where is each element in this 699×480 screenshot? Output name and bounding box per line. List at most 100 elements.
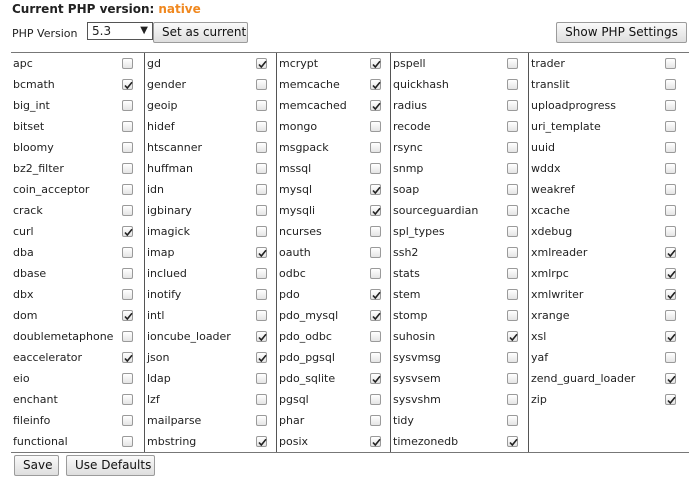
extension-checkbox[interactable] xyxy=(370,142,381,153)
extension-checkbox[interactable] xyxy=(256,352,267,363)
extension-checkbox[interactable] xyxy=(507,58,518,69)
extension-checkbox[interactable] xyxy=(122,289,133,300)
extension-checkbox[interactable] xyxy=(122,58,133,69)
extension-checkbox[interactable] xyxy=(122,121,133,132)
extension-checkbox[interactable] xyxy=(256,100,267,111)
extension-checkbox[interactable] xyxy=(507,226,518,237)
extension-checkbox[interactable] xyxy=(507,352,518,363)
extension-checkbox[interactable] xyxy=(507,100,518,111)
extension-checkbox[interactable] xyxy=(370,58,381,69)
extension-checkbox[interactable] xyxy=(507,394,518,405)
extension-checkbox[interactable] xyxy=(256,331,267,342)
extension-checkbox[interactable] xyxy=(507,247,518,258)
php-version-select[interactable]: 5.3 ▼ xyxy=(87,22,153,40)
extension-checkbox[interactable] xyxy=(507,289,518,300)
extension-checkbox[interactable] xyxy=(665,394,676,405)
extension-checkbox[interactable] xyxy=(122,436,133,447)
extension-checkbox[interactable] xyxy=(256,436,267,447)
extension-checkbox[interactable] xyxy=(256,58,267,69)
extension-checkbox[interactable] xyxy=(122,373,133,384)
extension-checkbox[interactable] xyxy=(256,247,267,258)
extension-checkbox[interactable] xyxy=(665,163,676,174)
extension-checkbox[interactable] xyxy=(122,142,133,153)
extension-checkbox[interactable] xyxy=(256,205,267,216)
extension-checkbox[interactable] xyxy=(370,289,381,300)
extension-checkbox[interactable] xyxy=(370,310,381,321)
extension-checkbox[interactable] xyxy=(665,226,676,237)
extension-checkbox[interactable] xyxy=(370,205,381,216)
extension-checkbox[interactable] xyxy=(665,247,676,258)
extension-checkbox[interactable] xyxy=(122,79,133,90)
show-php-settings-button[interactable]: Show PHP Settings xyxy=(556,22,687,43)
extension-checkbox[interactable] xyxy=(256,184,267,195)
extension-checkbox[interactable] xyxy=(256,415,267,426)
extension-checkbox[interactable] xyxy=(507,268,518,279)
extension-checkbox[interactable] xyxy=(665,268,676,279)
extension-checkbox[interactable] xyxy=(122,226,133,237)
extension-checkbox[interactable] xyxy=(665,142,676,153)
extension-checkbox[interactable] xyxy=(370,121,381,132)
save-button[interactable]: Save xyxy=(14,455,59,476)
extension-checkbox[interactable] xyxy=(122,205,133,216)
extension-checkbox[interactable] xyxy=(507,415,518,426)
extension-checkbox[interactable] xyxy=(665,184,676,195)
extension-checkbox[interactable] xyxy=(665,121,676,132)
extension-checkbox[interactable] xyxy=(370,184,381,195)
extension-checkbox[interactable] xyxy=(507,205,518,216)
extension-checkbox[interactable] xyxy=(370,163,381,174)
extension-checkbox[interactable] xyxy=(122,268,133,279)
set-as-current-button[interactable]: Set as current xyxy=(153,22,248,43)
extension-checkbox[interactable] xyxy=(665,352,676,363)
extension-checkbox[interactable] xyxy=(370,415,381,426)
extension-checkbox[interactable] xyxy=(122,247,133,258)
extension-checkbox[interactable] xyxy=(256,394,267,405)
extension-checkbox[interactable] xyxy=(370,79,381,90)
extension-checkbox[interactable] xyxy=(256,310,267,321)
extension-checkbox[interactable] xyxy=(507,331,518,342)
extension-row-memcached: memcached xyxy=(277,95,390,116)
extension-checkbox[interactable] xyxy=(507,79,518,90)
extension-checkbox[interactable] xyxy=(122,310,133,321)
extension-checkbox[interactable] xyxy=(507,310,518,321)
extension-checkbox[interactable] xyxy=(256,121,267,132)
extension-checkbox[interactable] xyxy=(665,373,676,384)
extension-checkbox[interactable] xyxy=(370,247,381,258)
extension-checkbox[interactable] xyxy=(122,394,133,405)
extension-checkbox[interactable] xyxy=(370,373,381,384)
extension-checkbox[interactable] xyxy=(122,163,133,174)
extension-checkbox[interactable] xyxy=(256,226,267,237)
extension-checkbox[interactable] xyxy=(507,373,518,384)
extension-checkbox[interactable] xyxy=(370,226,381,237)
extension-checkbox[interactable] xyxy=(370,268,381,279)
extension-checkbox[interactable] xyxy=(256,163,267,174)
extension-checkbox[interactable] xyxy=(507,163,518,174)
extension-checkbox[interactable] xyxy=(507,142,518,153)
extension-checkbox[interactable] xyxy=(122,100,133,111)
extension-checkbox[interactable] xyxy=(370,394,381,405)
extension-checkbox[interactable] xyxy=(370,100,381,111)
extension-checkbox[interactable] xyxy=(122,415,133,426)
extension-checkbox[interactable] xyxy=(256,373,267,384)
extension-checkbox[interactable] xyxy=(665,289,676,300)
extension-checkbox[interactable] xyxy=(256,289,267,300)
extension-checkbox[interactable] xyxy=(370,436,381,447)
extension-checkbox[interactable] xyxy=(665,310,676,321)
extension-checkbox[interactable] xyxy=(122,184,133,195)
extension-checkbox[interactable] xyxy=(665,58,676,69)
extension-checkbox[interactable] xyxy=(370,331,381,342)
extension-checkbox[interactable] xyxy=(507,436,518,447)
use-defaults-button[interactable]: Use Defaults xyxy=(66,455,155,476)
extension-checkbox[interactable] xyxy=(256,268,267,279)
extension-checkbox[interactable] xyxy=(665,79,676,90)
extension-checkbox[interactable] xyxy=(507,121,518,132)
extension-checkbox[interactable] xyxy=(122,352,133,363)
extension-checkbox[interactable] xyxy=(665,331,676,342)
extension-row-tidy: tidy xyxy=(391,410,528,431)
extension-checkbox[interactable] xyxy=(507,184,518,195)
extension-checkbox[interactable] xyxy=(370,352,381,363)
extension-checkbox[interactable] xyxy=(665,205,676,216)
extension-checkbox[interactable] xyxy=(122,331,133,342)
extension-checkbox[interactable] xyxy=(256,79,267,90)
extension-checkbox[interactable] xyxy=(256,142,267,153)
extension-checkbox[interactable] xyxy=(665,100,676,111)
